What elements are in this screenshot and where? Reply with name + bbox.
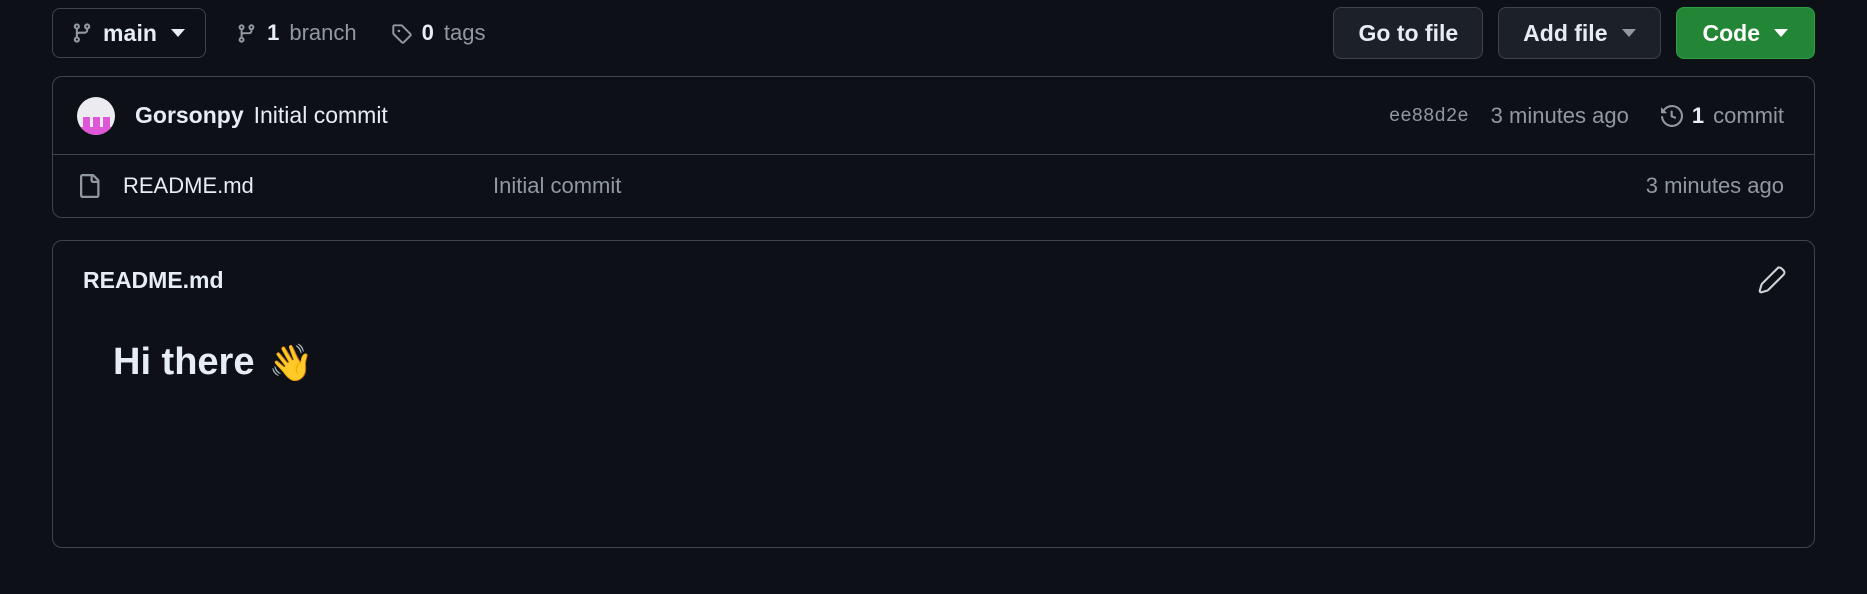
latest-commit-row: Gorsonpy Initial commit ee88d2e 3 minute… xyxy=(53,77,1814,154)
repo-stats: 1 branch 0 tags xyxy=(236,20,485,46)
pencil-icon[interactable] xyxy=(1758,266,1786,294)
file-icon xyxy=(77,174,101,198)
go-to-file-button[interactable]: Go to file xyxy=(1333,7,1484,59)
file-timestamp: 3 minutes ago xyxy=(1645,173,1784,198)
chevron-down-icon xyxy=(1774,29,1788,37)
branch-count-label: branch xyxy=(289,20,357,45)
file-commit-message-link[interactable]: Initial commit xyxy=(493,173,621,199)
commit-history-link[interactable]: 1 commit xyxy=(1660,102,1784,129)
readme-content: Hi there 👋 xyxy=(53,319,1814,406)
file-list-card: Gorsonpy Initial commit ee88d2e 3 minute… xyxy=(52,76,1815,218)
file-name-link[interactable]: README.md xyxy=(123,173,493,199)
branch-count-link[interactable]: 1 branch xyxy=(236,20,357,46)
tag-count-label: tags xyxy=(443,20,486,45)
repo-toolbar: main 1 branch 0 tags Go to file Add file… xyxy=(52,0,1815,62)
tag-icon xyxy=(391,23,412,44)
tag-count-link[interactable]: 0 tags xyxy=(391,20,486,46)
add-file-button[interactable]: Add file xyxy=(1498,7,1661,59)
readme-title: README.md xyxy=(83,266,224,293)
tag-count-value: 0 xyxy=(421,20,434,45)
readme-card: README.md Hi there 👋 xyxy=(52,240,1815,548)
branch-selector-button[interactable]: main xyxy=(52,8,207,58)
code-button[interactable]: Code xyxy=(1675,7,1815,59)
commit-count-label: commit xyxy=(1713,102,1784,128)
readme-heading-text: Hi there xyxy=(113,341,255,383)
branch-icon xyxy=(71,22,93,44)
commit-message-link[interactable]: Initial commit xyxy=(254,102,388,129)
code-label: Code xyxy=(1702,19,1761,46)
commit-sha-link[interactable]: ee88d2e xyxy=(1389,105,1469,127)
branch-name-label: main xyxy=(103,19,158,46)
commit-count-value: 1 xyxy=(1691,102,1705,128)
chevron-down-icon xyxy=(171,29,186,37)
commit-timestamp: 3 minutes ago xyxy=(1490,102,1629,128)
avatar[interactable] xyxy=(77,96,115,135)
repo-actions: Go to file Add file Code xyxy=(1333,7,1815,59)
readme-heading: Hi there 👋 xyxy=(113,341,1754,384)
history-icon xyxy=(1660,104,1683,127)
chevron-down-icon xyxy=(1621,29,1636,37)
repository-page: main 1 branch 0 tags Go to file Add file… xyxy=(0,0,1867,594)
readme-header: README.md xyxy=(53,241,1814,319)
add-file-label: Add file xyxy=(1523,19,1608,46)
branch-count-value: 1 xyxy=(267,20,280,45)
commit-meta: ee88d2e 3 minutes ago 1 commit xyxy=(1389,103,1784,129)
go-to-file-label: Go to file xyxy=(1358,19,1459,46)
branch-icon xyxy=(236,23,257,44)
commit-author-link[interactable]: Gorsonpy xyxy=(135,102,244,129)
waving-hand-emoji: 👋 xyxy=(268,341,314,383)
table-row[interactable]: README.md Initial commit 3 minutes ago xyxy=(53,154,1814,217)
